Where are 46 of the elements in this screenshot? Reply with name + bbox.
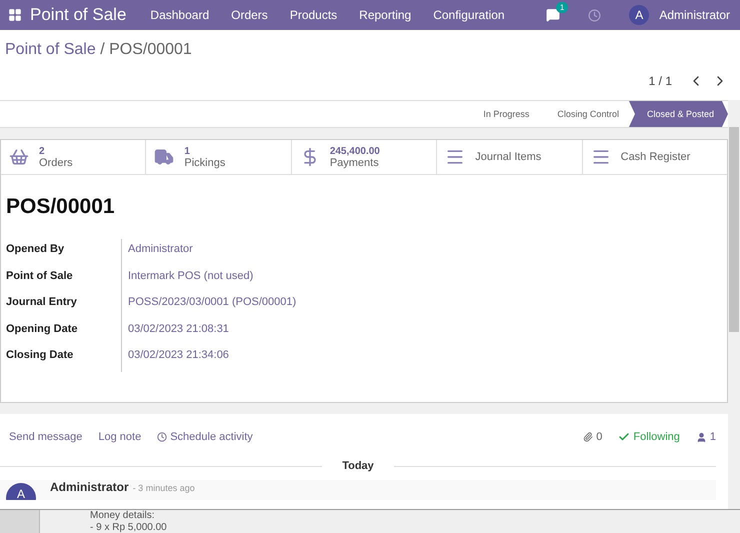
breadcrumb-separator: /	[100, 41, 105, 58]
apps-menu-icon[interactable]	[8, 8, 22, 22]
breadcrumb-current: POS/00001	[109, 41, 192, 58]
check-icon	[618, 431, 630, 443]
user-icon	[696, 432, 707, 442]
user-avatar[interactable]: A	[629, 5, 650, 25]
chatter-link[interactable]: Send message	[9, 431, 82, 443]
author-avatar: A	[6, 483, 36, 500]
field-value: Intermark POS (not used)	[121, 266, 727, 292]
menu-item[interactable]: Products	[290, 8, 338, 22]
menu-item[interactable]: Orders	[231, 8, 268, 22]
field-value: Administrator	[121, 239, 727, 266]
status-stage[interactable]: Closed & Posted	[628, 101, 728, 127]
field-value: 03/02/2023 21:08:31	[121, 318, 727, 345]
side-panel	[0, 510, 40, 533]
chatter-link[interactable]: Log note	[98, 431, 142, 443]
field-label: Opening Date	[5, 322, 79, 336]
truck-icon	[154, 147, 174, 167]
breadcrumb-link[interactable]: Point of Sale	[5, 41, 96, 58]
attachments-count[interactable]: 0	[583, 431, 602, 443]
clock-icon	[157, 432, 168, 442]
notification-count: 1	[556, 2, 568, 13]
menu-item[interactable]: Reporting	[359, 8, 412, 22]
field-label: Point of Sale	[5, 268, 74, 284]
date-separator: Today	[342, 460, 374, 472]
chat-icon[interactable]	[546, 8, 560, 22]
field-label: Closing Date	[5, 348, 74, 363]
message-author: Administrator	[50, 480, 129, 494]
field-label: Journal Entry	[5, 295, 78, 310]
message-time: - 3 minutes ago	[132, 483, 195, 493]
app-name[interactable]: Point of Sale	[30, 5, 126, 25]
menu-item[interactable]: Configuration	[433, 8, 505, 22]
basket-icon	[9, 147, 29, 167]
followers-count[interactable]: 1	[696, 431, 716, 443]
schedule-activity-link[interactable]: Schedule activity	[157, 431, 253, 443]
field-label: Opened By	[5, 242, 66, 257]
pager-counter: 1 / 1	[648, 74, 672, 88]
field-value: 03/02/2023 21:34:06	[121, 345, 727, 372]
record-title: POS/00001	[6, 195, 116, 219]
user-name[interactable]: Administrator	[659, 8, 730, 22]
menu-item[interactable]: Dashboard	[150, 8, 210, 22]
paperclip-icon	[583, 432, 594, 442]
field-value: POSS/2023/03/0001 (POS/00001)	[121, 292, 727, 318]
message-line: - 9 x Rp 5,000.00	[90, 522, 167, 533]
following-button[interactable]: Following	[618, 431, 680, 443]
message-line: Money details:	[90, 510, 156, 522]
